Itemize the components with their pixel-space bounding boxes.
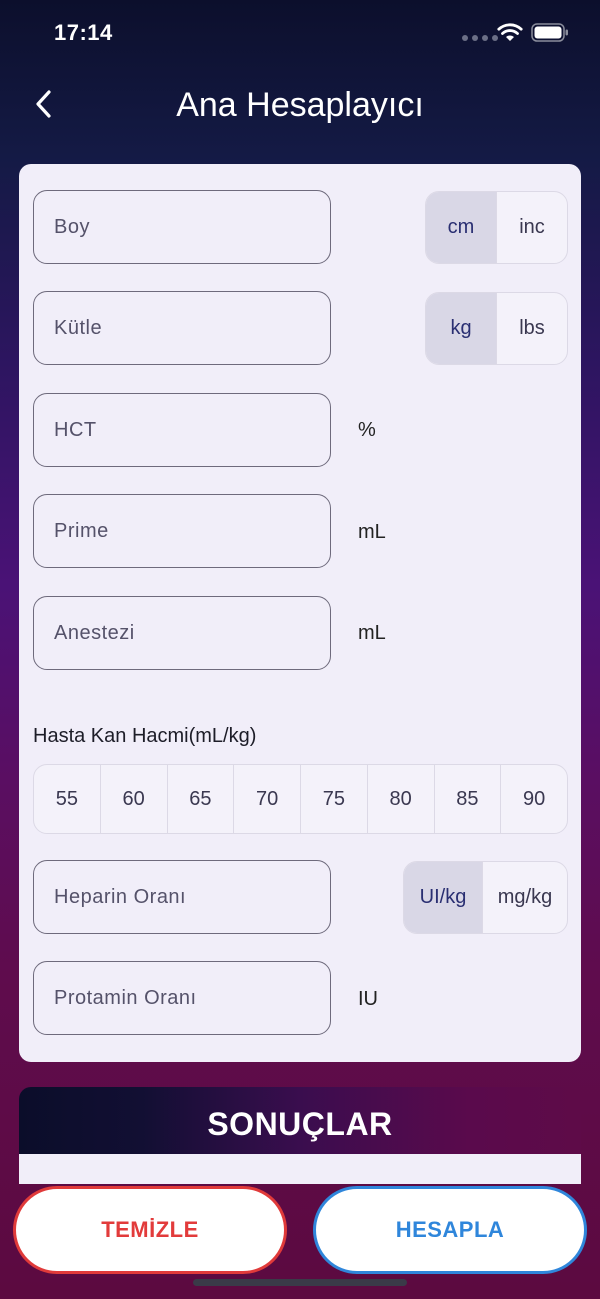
hct-unit: % — [358, 419, 376, 441]
unit-option-ui-kg[interactable]: UI/kg — [404, 862, 482, 933]
results-header: SONUÇLAR — [19, 1087, 581, 1161]
blood-volume-option[interactable]: 70 — [233, 765, 300, 833]
unit-option-mg-kg[interactable]: mg/kg — [482, 862, 567, 933]
page-title: Ana Hesaplayıcı — [176, 86, 424, 124]
unit-option-kg[interactable]: kg — [426, 293, 496, 364]
signal-dots-icon — [462, 35, 498, 41]
blood-volume-label: Hasta Kan Hacmi(mL/kg) — [33, 725, 257, 747]
wifi-icon — [497, 23, 523, 41]
protamin-unit: IU — [358, 988, 378, 1010]
results-title: SONUÇLAR — [207, 1105, 393, 1142]
blood-volume-option[interactable]: 75 — [300, 765, 367, 833]
hct-input[interactable]: HCT — [33, 393, 331, 467]
status-bar: 17:14 — [0, 0, 600, 66]
heparin-input[interactable]: Heparin Oranı — [33, 860, 331, 934]
anesthesia-input[interactable]: Anestezi — [33, 596, 331, 670]
unit-option-lbs[interactable]: lbs — [496, 293, 567, 364]
blood-volume-option[interactable]: 60 — [99, 765, 167, 833]
home-indicator — [193, 1279, 407, 1286]
clear-button[interactable]: TEMİZLE — [13, 1186, 287, 1274]
unit-option-cm[interactable]: cm — [426, 192, 496, 263]
battery-icon — [531, 23, 568, 42]
blood-volume-option[interactable]: 80 — [366, 765, 434, 833]
protamin-input[interactable]: Protamin Oranı — [33, 961, 331, 1035]
mass-input[interactable]: Kütle — [33, 291, 331, 365]
height-unit-toggle: cm inc — [425, 191, 568, 264]
anesthesia-unit: mL — [358, 622, 386, 644]
blood-volume-option[interactable]: 85 — [433, 765, 501, 833]
blood-volume-option[interactable]: 90 — [500, 765, 567, 833]
blood-volume-option[interactable]: 65 — [166, 765, 234, 833]
calculator-form: Boy cm inc Kütle kg lbs HCT % Prime mL A… — [19, 164, 581, 1062]
status-time: 17:14 — [54, 20, 113, 45]
prime-input[interactable]: Prime — [33, 494, 331, 568]
blood-volume-option[interactable]: 55 — [34, 765, 100, 833]
blood-volume-selector: 55 60 65 70 75 80 85 90 — [33, 764, 568, 834]
results-panel — [19, 1154, 581, 1184]
prime-unit: mL — [358, 521, 386, 543]
nav-bar: Ana Hesaplayıcı — [0, 72, 600, 136]
height-input[interactable]: Boy — [33, 190, 331, 264]
unit-option-inc[interactable]: inc — [496, 192, 567, 263]
mass-unit-toggle: kg lbs — [425, 292, 568, 365]
calculate-button[interactable]: HESAPLA — [313, 1186, 587, 1274]
heparin-unit-toggle: UI/kg mg/kg — [403, 861, 568, 934]
